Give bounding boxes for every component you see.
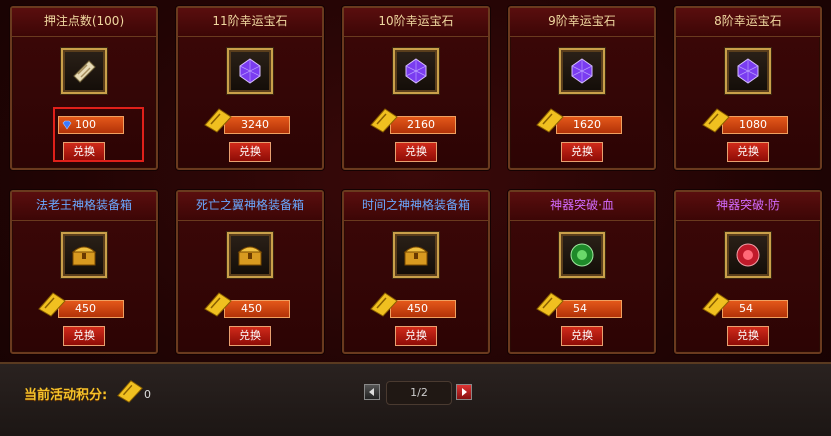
price-value: 450 <box>241 302 262 315</box>
card-title: 押注点数(100) <box>12 8 156 37</box>
card-title: 时间之神神格装备箱 <box>344 192 488 221</box>
item-slot[interactable] <box>227 48 273 94</box>
price-tag: 54 <box>536 292 622 318</box>
item-slot[interactable] <box>559 48 605 94</box>
price-value: 2160 <box>407 118 435 131</box>
price-value: 450 <box>75 302 96 315</box>
exchange-card: 8阶幸运宝石 1080 兑换 <box>674 6 822 170</box>
treasure-chest-icon <box>237 246 263 266</box>
page-indicator: 1/2 <box>386 381 452 405</box>
card-title: 9阶幸运宝石 <box>510 8 654 37</box>
price-value: 54 <box>739 302 753 315</box>
exchange-card: 10阶幸运宝石 2160 兑换 <box>342 6 490 170</box>
gold-ticket-icon <box>702 292 730 317</box>
price-tag: 2160 <box>370 108 456 134</box>
item-slot[interactable] <box>393 232 439 278</box>
red-orb-icon <box>736 243 760 267</box>
price-tag: 450 <box>38 292 124 318</box>
exchange-button[interactable]: 兑换 <box>727 142 769 162</box>
exchange-button[interactable]: 兑换 <box>229 326 271 346</box>
exchange-panel: 押注点数(100) 100 兑换 11阶幸运宝石 3240 兑换 10阶幸运宝石… <box>0 0 831 436</box>
exchange-card: 法老王神格装备箱 450 兑换 <box>10 190 158 354</box>
exchange-button[interactable]: 兑换 <box>63 326 105 346</box>
price-tag: 450 <box>204 292 290 318</box>
purple-gem-icon <box>405 58 427 84</box>
exchange-card: 神器突破·血 54 兑换 <box>508 190 656 354</box>
treasure-chest-icon <box>403 246 429 266</box>
gold-ticket-icon <box>536 108 564 133</box>
purple-gem-icon <box>737 58 759 84</box>
exchange-button[interactable]: 兑换 <box>229 142 271 162</box>
footer-bar: 当前活动积分: 0 1/2 <box>0 362 831 436</box>
exchange-card: 时间之神神格装备箱 450 兑换 <box>342 190 490 354</box>
activity-points-label: 当前活动积分: <box>24 388 108 403</box>
item-slot[interactable] <box>227 232 273 278</box>
item-slot[interactable] <box>61 232 107 278</box>
arrow-left-icon <box>369 388 374 396</box>
item-slot[interactable] <box>61 48 107 94</box>
gold-ticket-icon <box>204 108 232 133</box>
prev-page-button[interactable] <box>364 384 380 400</box>
exchange-card: 死亡之翼神格装备箱 450 兑换 <box>176 190 324 354</box>
gold-ticket-icon <box>536 292 564 317</box>
price-tag: 1080 <box>702 108 788 134</box>
arrow-right-icon <box>462 388 467 396</box>
price-tag: 3240 <box>204 108 290 134</box>
gold-ticket-icon <box>204 292 232 317</box>
gold-ticket-icon <box>370 292 398 317</box>
item-slot[interactable] <box>725 48 771 94</box>
price-value: 1080 <box>739 118 767 131</box>
exchange-grid: 押注点数(100) 100 兑换 11阶幸运宝石 3240 兑换 10阶幸运宝石… <box>0 0 831 360</box>
card-title: 10阶幸运宝石 <box>344 8 488 37</box>
activity-points-value: 0 <box>144 388 151 401</box>
gold-ticket-icon <box>117 380 143 403</box>
next-page-button[interactable] <box>456 384 472 400</box>
purple-gem-icon <box>239 58 261 84</box>
price-value: 1620 <box>573 118 601 131</box>
gold-ticket-icon <box>38 292 66 317</box>
card-title: 法老王神格装备箱 <box>12 192 156 221</box>
exchange-button[interactable]: 兑换 <box>395 142 437 162</box>
card-title: 8阶幸运宝石 <box>676 8 820 37</box>
price-value: 54 <box>573 302 587 315</box>
card-title: 11阶幸运宝石 <box>178 8 322 37</box>
price-tag: 450 <box>370 292 456 318</box>
treasure-chest-icon <box>71 246 97 266</box>
card-title: 神器突破·防 <box>676 192 820 221</box>
exchange-card: 11阶幸运宝石 3240 兑换 <box>176 6 324 170</box>
gold-ticket-icon <box>370 108 398 133</box>
selection-highlight <box>53 107 144 162</box>
price-value: 450 <box>407 302 428 315</box>
item-slot[interactable] <box>725 232 771 278</box>
gold-ticket-icon <box>702 108 730 133</box>
green-orb-icon <box>570 243 594 267</box>
item-slot[interactable] <box>393 48 439 94</box>
exchange-card: 神器突破·防 54 兑换 <box>674 190 822 354</box>
purple-gem-icon <box>571 58 593 84</box>
exchange-card: 9阶幸运宝石 1620 兑换 <box>508 6 656 170</box>
price-tag: 1620 <box>536 108 622 134</box>
exchange-button[interactable]: 兑换 <box>561 326 603 346</box>
item-slot[interactable] <box>559 232 605 278</box>
exchange-button[interactable]: 兑换 <box>727 326 769 346</box>
price-tag: 54 <box>702 292 788 318</box>
exchange-button[interactable]: 兑换 <box>395 326 437 346</box>
bet-ticket-icon <box>73 60 96 83</box>
card-title: 死亡之翼神格装备箱 <box>178 192 322 221</box>
card-title: 神器突破·血 <box>510 192 654 221</box>
exchange-button[interactable]: 兑换 <box>561 142 603 162</box>
price-value: 3240 <box>241 118 269 131</box>
